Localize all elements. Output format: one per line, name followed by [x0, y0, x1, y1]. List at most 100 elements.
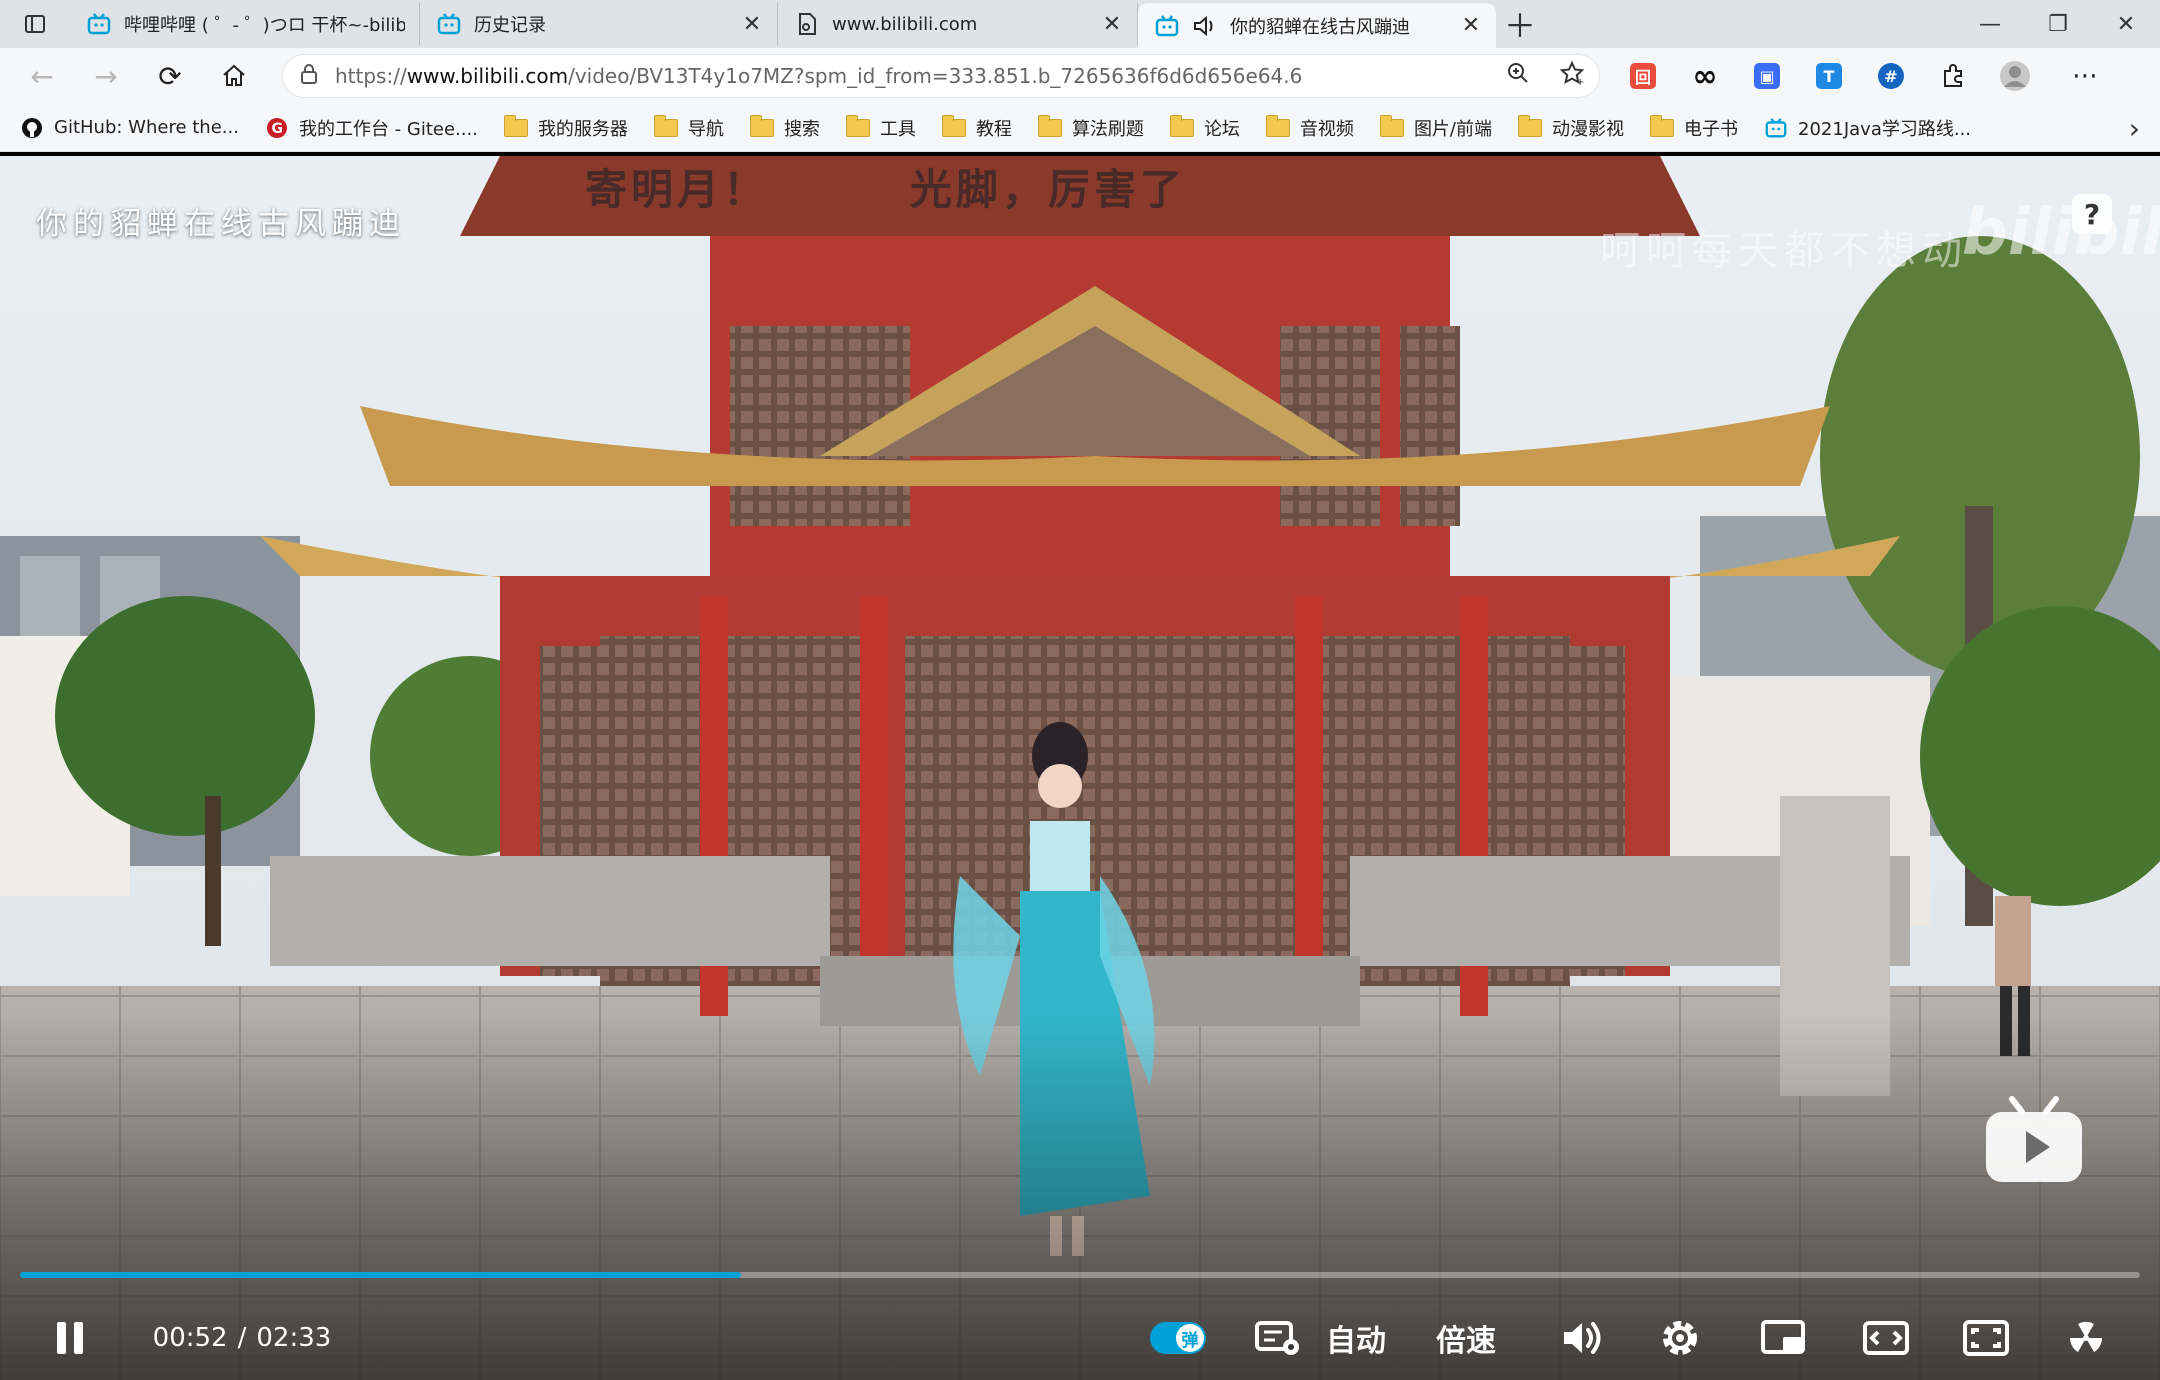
fullscreen-button[interactable]	[2060, 1296, 2112, 1380]
restore-button[interactable]: ❐	[2024, 0, 2092, 48]
video-frame[interactable]	[0, 156, 2160, 1380]
speaker-icon[interactable]	[1192, 14, 1218, 38]
add-favorite-icon[interactable]: +	[1545, 60, 1599, 92]
progress-bar[interactable]	[20, 1272, 2140, 1278]
bookmark-item[interactable]: G 我的工作台 - Gitee....	[265, 108, 478, 148]
video-title: 你的貂蝉在线古风蹦迪	[36, 206, 406, 242]
folder-icon	[653, 114, 678, 140]
bookmark-item[interactable]: GitHub: Where the...	[20, 108, 239, 148]
bookmark-label: 导航	[687, 118, 724, 140]
duration: 02:33	[256, 1323, 332, 1353]
address-bar[interactable]: https://www.bilibili.com/video/BV13T4y1o…	[282, 54, 1600, 98]
player-controls: 00:52 / 02:33 弹 自动 倍速	[0, 1296, 2160, 1380]
close-window-button[interactable]: ✕	[2092, 0, 2160, 48]
settings-button[interactable]	[1654, 1296, 1706, 1380]
profile-button[interactable]	[1984, 48, 2046, 104]
help-button[interactable]: ?	[2072, 194, 2112, 234]
bookmark-label: 搜索	[783, 118, 820, 140]
tab-current-video[interactable]: 你的貂蝉在线古风蹦迪 ✕	[1138, 3, 1496, 48]
bookmark-label: 算法刷题	[1071, 118, 1144, 140]
folder-icon	[1037, 114, 1062, 140]
volume-icon	[1564, 1322, 1601, 1354]
back-button[interactable]: ←	[10, 48, 74, 104]
bilibili-tv-play-icon[interactable]	[1982, 1096, 2086, 1186]
url-host: www.bilibili.com	[406, 64, 569, 88]
tab-actions-icon	[25, 15, 45, 33]
danmaku-settings-button[interactable]	[1250, 1296, 1306, 1380]
browser-toolbar: ← → ⟳ https://www.bilibili.com/video/BV1…	[0, 48, 2160, 104]
bilibili-tv-icon	[87, 13, 111, 35]
bookmark-item[interactable]: 2021Java学习路线...	[1764, 108, 1971, 148]
extensions-button[interactable]	[1922, 48, 1984, 104]
subtitle-left: 寄明月！	[585, 165, 770, 214]
subtitle-right: 光脚，厉害了	[910, 165, 1187, 214]
lock-icon[interactable]	[283, 63, 335, 89]
tab-bilibili-page[interactable]: www.bilibili.com ✕	[778, 3, 1138, 45]
volume-button[interactable]	[1556, 1296, 1608, 1380]
red-extension-icon: 回	[1630, 63, 1656, 89]
tab-close-icon[interactable]: ✕	[1101, 12, 1123, 37]
web-fullscreen-button[interactable]	[1960, 1296, 2012, 1380]
bilibili-tv-icon	[437, 13, 461, 35]
bookmark-item[interactable]: 我的服务器	[503, 108, 628, 148]
bookmark-item[interactable]: 论坛	[1169, 108, 1240, 148]
folder-icon	[749, 114, 774, 140]
tab-actions-button[interactable]	[0, 0, 70, 48]
bookmark-item[interactable]: 导航	[653, 108, 724, 148]
bilibili-tv-icon	[1764, 116, 1788, 140]
tab-bilibili-home[interactable]: 哔哩哔哩 ( ゜- ゜)つロ 干杯~-bilibili	[70, 3, 420, 45]
bookmark-item[interactable]: 工具	[845, 108, 916, 148]
bookmark-item[interactable]: 教程	[941, 108, 1012, 148]
reload-button[interactable]: ⟳	[138, 48, 202, 104]
video-player[interactable]: 寄明月！ 光脚，厉害了 你的貂蝉在线古风蹦迪 呵呵每天都不想动 bilibili…	[0, 156, 2160, 1380]
home-button[interactable]	[202, 48, 266, 104]
zoom-icon[interactable]	[1491, 61, 1545, 91]
infinity-icon: ∞	[1692, 58, 1718, 94]
danmaku-toggle[interactable]: 弹	[1148, 1296, 1208, 1380]
url-text[interactable]: https://www.bilibili.com/video/BV13T4y1o…	[335, 64, 1491, 88]
extension-blue-square-button[interactable]: ▣	[1736, 48, 1798, 104]
minimize-button[interactable]: —	[1956, 0, 2024, 48]
folder-icon	[1650, 114, 1675, 140]
page-icon	[799, 13, 816, 35]
danmaku-settings-icon	[1255, 1321, 1299, 1355]
tab-close-icon[interactable]: ✕	[741, 12, 763, 37]
extension-infinity-button[interactable]: ∞	[1674, 48, 1736, 104]
bookmark-item[interactable]: 图片/前端	[1379, 108, 1493, 148]
bookmark-label: 动漫影视	[1552, 118, 1625, 140]
quality-button[interactable]: 自动	[1320, 1296, 1392, 1380]
bookmark-item[interactable]: 算法刷题	[1037, 108, 1144, 148]
web-fullscreen-icon	[1963, 1320, 2009, 1356]
speed-button[interactable]: 倍速	[1430, 1296, 1502, 1380]
url-scheme: https://	[335, 64, 407, 88]
bookmark-label: 图片/前端	[1413, 118, 1493, 140]
forward-button[interactable]: →	[74, 48, 138, 104]
extension-red-button[interactable]: 回	[1612, 48, 1674, 104]
tab-close-icon[interactable]: ✕	[1460, 13, 1482, 38]
bookmark-item[interactable]: 音视频	[1265, 108, 1354, 148]
more-menu-button[interactable]: ⋯	[2054, 48, 2116, 104]
bookmark-label: 2021Java学习路线...	[1798, 118, 1972, 140]
new-tab-button[interactable]: ＋	[1496, 3, 1544, 45]
tab-history[interactable]: 历史记录 ✕	[420, 3, 778, 45]
extension-translate-button[interactable]: T	[1798, 48, 1860, 104]
extension-hash-button[interactable]: #	[1860, 48, 1922, 104]
hash-icon: #	[1878, 63, 1904, 89]
bookmarks-more-chevron-icon[interactable]: ›	[2129, 104, 2140, 152]
picture-in-picture-button[interactable]	[1758, 1296, 1810, 1380]
folder-icon	[1169, 114, 1194, 140]
github-icon	[20, 116, 44, 140]
pause-button[interactable]	[40, 1296, 100, 1380]
folder-icon	[941, 114, 966, 140]
bookmark-item[interactable]: 搜索	[749, 108, 820, 148]
puzzle-icon	[1944, 64, 1962, 87]
more-dots-icon: ⋯	[2072, 61, 2098, 91]
tab-title: www.bilibili.com	[832, 13, 978, 35]
bookmark-label: 音视频	[1299, 118, 1354, 140]
svg-text:G: G	[271, 121, 283, 137]
url-path: /video/BV13T4y1o7MZ?spm_id_from=333.851.…	[568, 64, 1303, 88]
widescreen-button[interactable]	[1860, 1296, 1912, 1380]
gitee-icon: G	[265, 116, 289, 140]
bookmark-item[interactable]: 动漫影视	[1518, 108, 1624, 148]
bookmark-item[interactable]: 电子书	[1650, 108, 1738, 148]
